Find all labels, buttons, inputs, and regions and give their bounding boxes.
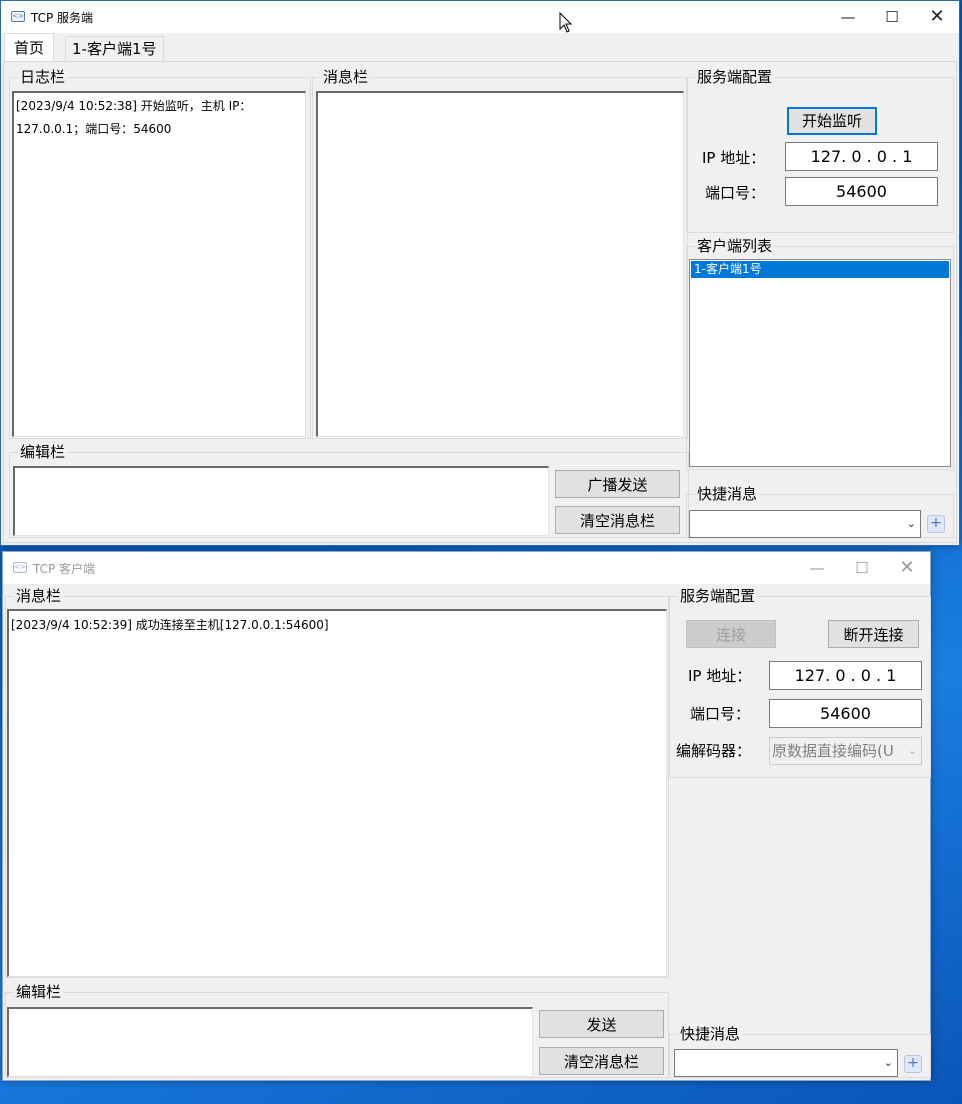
tab-home-label: 首页 (14, 39, 45, 57)
start-listen-button[interactable]: 开始监听 (787, 107, 877, 135)
server-tab-panel: 日志栏 [2023/9/4 10:52:38] 开始监听，主机 IP： 127.… (3, 61, 957, 543)
log-legend: 日志栏 (18, 68, 68, 86)
app-icon: <> (11, 11, 25, 22)
port-field[interactable]: 54600 (785, 177, 938, 206)
log-line: 127.0.0.1；端口号：54600 (16, 122, 172, 136)
client-message-textbox[interactable]: [2023/9/4 10:52:39] 成功连接至主机[127.0.0.1:54… (7, 609, 667, 977)
minimize-icon[interactable]: — (825, 1, 871, 33)
add-quick-message-icon[interactable]: + (904, 1055, 922, 1073)
client-listbox[interactable]: 1-客户端1号 (689, 259, 951, 467)
ip-label: IP 地址： (702, 149, 766, 167)
tab-client-1[interactable]: 1-客户端1号 (65, 36, 164, 61)
ip-field[interactable]: 127. 0 . 0 . 1 (785, 142, 938, 171)
editor-legend: 编辑栏 (18, 443, 68, 461)
editor-group: 编辑栏 广播发送 清空消息栏 (9, 443, 689, 538)
client-list-group: 客户端列表 1-客户端1号 (686, 237, 954, 470)
connect-button[interactable]: 连接 (686, 620, 776, 648)
tab-client-1-label: 1-客户端1号 (72, 40, 157, 58)
send-button[interactable]: 发送 (539, 1010, 664, 1038)
message-group: 消息栏 (312, 68, 688, 439)
client-message-legend: 消息栏 (14, 587, 64, 605)
client-quick-message-legend: 快捷消息 (678, 1025, 743, 1043)
close-icon[interactable]: ✕ (914, 1, 960, 33)
codec-combo[interactable]: 原数据直接编码(U ⌄ (769, 737, 922, 765)
server-titlebar[interactable]: <> TCP 服务端 — ☐ ✕ (1, 1, 959, 33)
client-editor-group: 编辑栏 发送 清空消息栏 (5, 983, 669, 1078)
chevron-down-icon: ⌄ (907, 744, 917, 757)
client-message-line: [2023/9/4 10:52:39] 成功连接至主机[127.0.0.1:54… (11, 618, 329, 632)
client-config-group: 服务端配置 连接 断开连接 IP 地址： 127. 0 . 0 . 1 端口号：… (669, 587, 931, 778)
editor-textbox[interactable] (13, 466, 549, 536)
mouse-cursor-icon (559, 12, 573, 33)
maximize-icon[interactable]: ☐ (839, 552, 885, 584)
minimize-icon[interactable]: — (794, 552, 840, 584)
client-ip-field[interactable]: 127. 0 . 0 . 1 (769, 661, 922, 690)
chevron-down-icon: ⌄ (883, 1056, 893, 1069)
broadcast-button[interactable]: 广播发送 (555, 470, 680, 498)
server-window-title: TCP 服务端 (31, 11, 94, 25)
client-editor-legend: 编辑栏 (14, 983, 64, 1001)
codec-value: 原数据直接编码(U (772, 742, 894, 760)
client-config-legend: 服务端配置 (678, 587, 758, 605)
quick-message-group: 快捷消息 ⌄ + (686, 485, 954, 538)
client-quick-message-group: 快捷消息 ⌄ + (669, 1025, 931, 1078)
disconnect-button[interactable]: 断开连接 (828, 620, 919, 648)
client-ip-label: IP 地址： (688, 667, 752, 685)
server-config-legend: 服务端配置 (695, 68, 775, 86)
quick-message-legend: 快捷消息 (695, 485, 760, 503)
server-window: <> TCP 服务端 — ☐ ✕ 首页 1-客户端1号 日志栏 [2023/9/… (0, 0, 960, 546)
chevron-down-icon: ⌄ (906, 517, 916, 530)
message-textbox[interactable] (316, 91, 684, 437)
client-list-item[interactable]: 1-客户端1号 (691, 261, 949, 278)
codec-label: 编解码器： (676, 742, 752, 760)
client-editor-textbox[interactable] (7, 1007, 533, 1077)
log-group: 日志栏 [2023/9/4 10:52:38] 开始监听，主机 IP： 127.… (9, 68, 311, 439)
client-list-legend: 客户端列表 (695, 237, 775, 255)
close-icon[interactable]: ✕ (884, 552, 930, 584)
client-window: <> TCP 客户端 — ☐ ✕ 消息栏 [2023/9/4 10:52:39]… (2, 551, 931, 1081)
quick-message-combo[interactable]: ⌄ (689, 510, 921, 538)
maximize-icon[interactable]: ☐ (869, 1, 915, 33)
client-message-group: 消息栏 [2023/9/4 10:52:39] 成功连接至主机[127.0.0.… (5, 587, 669, 978)
client-quick-message-combo[interactable]: ⌄ (674, 1049, 898, 1077)
add-quick-message-icon[interactable]: + (927, 515, 945, 533)
app-icon: <> (13, 562, 27, 573)
client-window-title: TCP 客户端 (33, 562, 96, 576)
tab-home[interactable]: 首页 (4, 33, 55, 63)
client-titlebar[interactable]: <> TCP 客户端 — ☐ ✕ (3, 552, 930, 584)
server-config-group: 服务端配置 开始监听 IP 地址： 127. 0 . 0 . 1 端口号： 54… (686, 68, 954, 233)
clear-messages-button[interactable]: 清空消息栏 (555, 506, 680, 534)
client-port-label: 端口号： (690, 705, 751, 723)
port-label: 端口号： (705, 184, 766, 202)
client-clear-messages-button[interactable]: 清空消息栏 (539, 1047, 664, 1075)
log-textbox[interactable]: [2023/9/4 10:52:38] 开始监听，主机 IP： 127.0.0.… (12, 91, 306, 437)
client-port-field[interactable]: 54600 (769, 699, 922, 728)
message-legend: 消息栏 (321, 68, 371, 86)
